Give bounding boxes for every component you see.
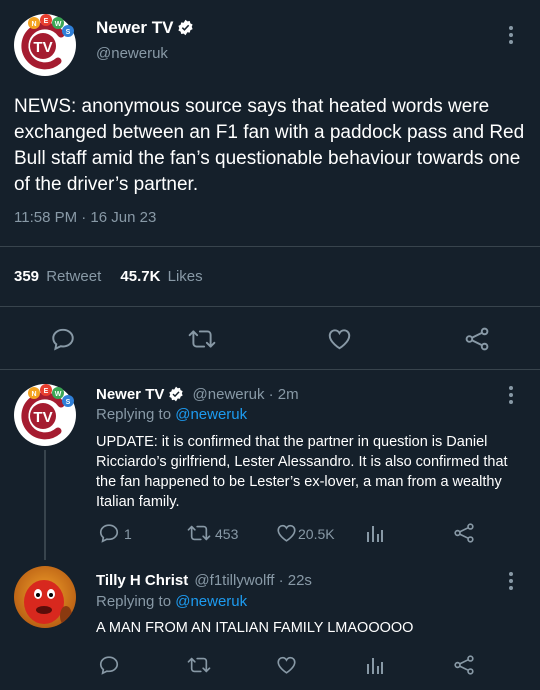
replying-handle-link[interactable]: @neweruk xyxy=(175,406,247,423)
avatar-bubble-w: W xyxy=(55,391,62,398)
avatar[interactable] xyxy=(14,566,76,628)
reply-icon[interactable] xyxy=(98,522,120,544)
avatar-bubble-e: E xyxy=(44,18,49,25)
retweet-label[interactable]: Retweet xyxy=(46,268,101,285)
avatar[interactable]: TV N E W S xyxy=(14,384,76,446)
likes-count[interactable]: 45.7K xyxy=(120,268,160,285)
avatar-logo-text: TV xyxy=(33,409,52,426)
handle-time[interactable]: @f1tillywolff · 22s xyxy=(194,572,312,589)
retweet-icon[interactable] xyxy=(188,326,216,352)
retweet-count[interactable]: 359 xyxy=(14,268,39,285)
reply-header: Tilly H Christ @f1tillywolff · 22s xyxy=(96,572,312,589)
share-icon[interactable] xyxy=(453,654,475,676)
reply-icon[interactable] xyxy=(98,654,120,676)
more-icon[interactable] xyxy=(509,26,515,44)
more-icon[interactable] xyxy=(509,572,515,590)
avatar-bubble-w: W xyxy=(55,21,62,28)
reply-icon[interactable] xyxy=(50,326,76,352)
verified-badge-icon xyxy=(177,19,194,41)
display-name[interactable]: Newer TV xyxy=(96,18,173,37)
reply-text: UPDATE: it is confirmed that the partner… xyxy=(96,434,508,510)
handle[interactable]: @neweruk xyxy=(96,45,168,62)
like-icon[interactable] xyxy=(275,522,298,544)
retweet-icon[interactable] xyxy=(187,522,211,544)
retweet-count: 453 xyxy=(215,526,239,542)
analytics-icon[interactable] xyxy=(365,654,385,676)
reply-header: Newer TV @neweruk · 2m xyxy=(96,386,299,406)
tweet-text: NEWS: anonymous source says that heated … xyxy=(14,96,525,195)
replying-to: Replying to @neweruk xyxy=(96,593,247,610)
like-icon[interactable] xyxy=(275,654,298,676)
stats-row: 359 Retweet 45.7K Likes xyxy=(14,268,203,285)
divider xyxy=(0,246,540,247)
avatar[interactable]: TV N E W S xyxy=(14,14,76,76)
divider xyxy=(0,306,540,307)
reply-count: 1 xyxy=(124,526,132,542)
avatar-bubble-s: S xyxy=(66,399,71,406)
replying-prefix: Replying to xyxy=(96,406,176,423)
timestamp[interactable]: 11:58 PM · 16 Jun 23 xyxy=(14,209,156,226)
retweet-icon[interactable] xyxy=(187,654,211,676)
likes-label[interactable]: Likes xyxy=(168,268,203,285)
display-name[interactable]: Tilly H Christ xyxy=(96,572,188,589)
like-icon[interactable] xyxy=(326,326,353,352)
thread-line xyxy=(44,450,46,560)
replying-handle-link[interactable]: @neweruk xyxy=(175,593,247,610)
avatar-bubble-e: E xyxy=(44,388,49,395)
display-name[interactable]: Newer TV xyxy=(96,386,164,403)
avatar-bubble-s: S xyxy=(66,29,71,36)
replying-to: Replying to @neweruk xyxy=(96,406,247,423)
divider xyxy=(0,369,540,370)
avatar-bubble-n: N xyxy=(31,21,36,28)
verified-badge-icon xyxy=(168,386,184,406)
replying-prefix: Replying to xyxy=(96,593,176,610)
avatar-logo-text: TV xyxy=(33,39,52,56)
reply-text: A MAN FROM AN ITALIAN FAMILY LMAOOOOO xyxy=(96,620,414,636)
analytics-icon[interactable] xyxy=(365,522,385,544)
share-icon[interactable] xyxy=(464,326,490,352)
more-icon[interactable] xyxy=(509,386,515,404)
share-icon[interactable] xyxy=(453,522,475,544)
handle-time[interactable]: @neweruk · 2m xyxy=(193,386,299,403)
avatar-bubble-n: N xyxy=(31,391,36,398)
display-name-row: Newer TV xyxy=(96,18,194,41)
like-count: 20.5K xyxy=(298,526,335,542)
